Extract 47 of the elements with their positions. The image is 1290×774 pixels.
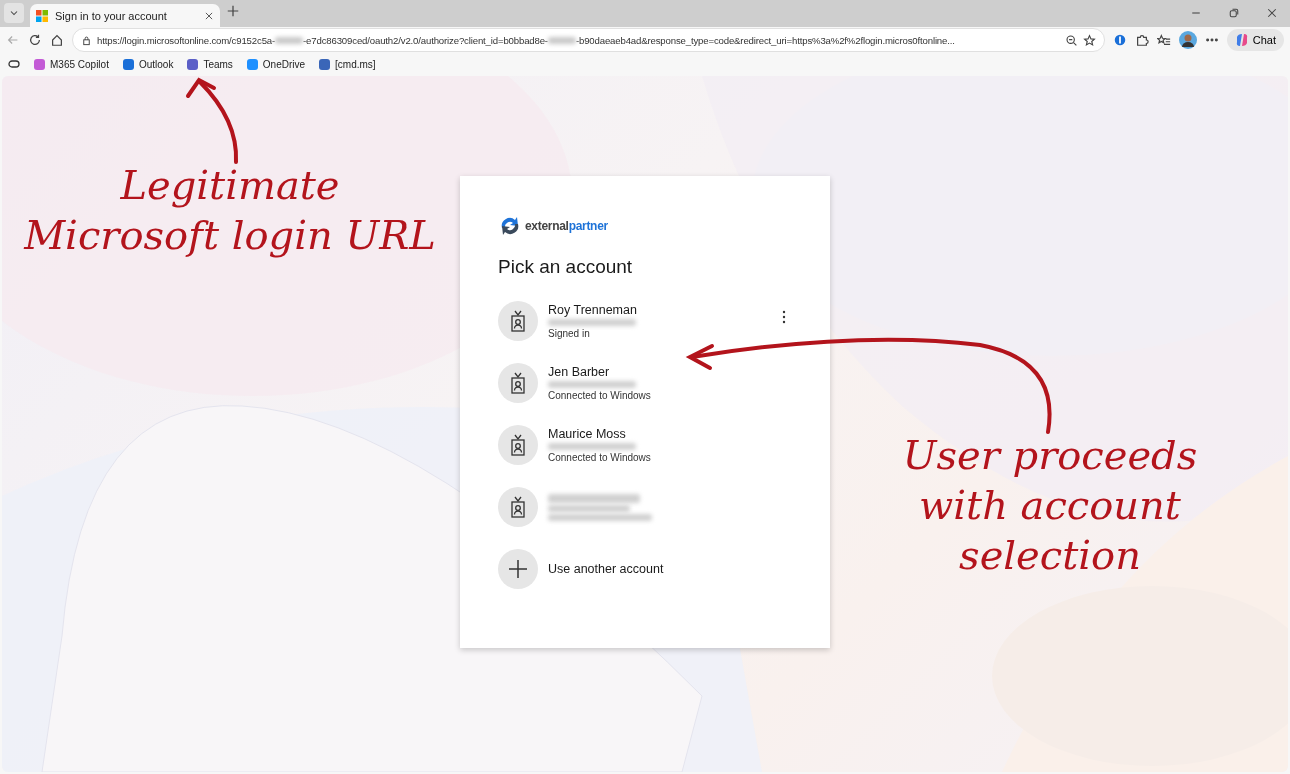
puzzle-icon[interactable] — [1134, 33, 1149, 47]
bookmark[interactable]: Teams — [187, 58, 233, 70]
annotation-text: User proceeds with account selection — [901, 431, 1199, 580]
vertical-dots-icon — [782, 310, 786, 324]
password-manager-icon[interactable] — [1112, 33, 1127, 47]
account-tile[interactable]: Maurice Moss Connected to Windows — [498, 414, 792, 476]
plus-icon — [508, 559, 528, 579]
bookmark-icon — [246, 58, 258, 70]
add-account-option[interactable]: Use another account — [498, 538, 792, 600]
id-badge-icon — [508, 372, 528, 394]
plus-icon[interactable] — [226, 4, 240, 18]
bookmark[interactable]: M365 Copilot — [34, 58, 109, 70]
chat-button[interactable]: Chat — [1226, 29, 1284, 51]
bookmark-icon — [34, 58, 45, 70]
address-bar[interactable]: https://login.microsoftonline.com/c9152c5a- -e7dc86309ced/oauth2/v2.0/authorize?client_id=b0bbad8e- -b90daeaeb4ad&response_type=code&redirect_uri=https%3a%2f%2flogin.micros0ftonline... — [72, 28, 1105, 52]
bookmark-icon — [187, 58, 199, 70]
account-tile[interactable]: Jen Barber Connected to Windows — [498, 352, 792, 414]
bookmark-icon — [122, 58, 134, 70]
avatar-icon[interactable] — [1178, 31, 1197, 49]
home-icon[interactable] — [50, 33, 64, 47]
id-badge-icon — [508, 496, 528, 518]
refresh-icon[interactable] — [28, 33, 42, 47]
url-text: -b90daeaeb4ad&response_type=code&redirect_uri=https%3a%2f%2flogin.micros0ftonline... — [575, 34, 955, 46]
account-tile[interactable]: Roy Trenneman Signed in — [498, 290, 792, 352]
windows-logo-icon — [36, 9, 48, 22]
annotation-text: Legitimate Microsoft login URL — [22, 161, 437, 260]
zoom-icon[interactable] — [1064, 33, 1078, 47]
id-badge-icon — [508, 434, 528, 456]
copilot-icon — [1234, 33, 1249, 47]
browser-tab[interactable]: Sign in to your account — [30, 4, 220, 27]
favorites-icon[interactable] — [1156, 33, 1171, 47]
url-text: -e7dc86309ced/oauth2/v2.0/authorize?client_id=b0bbad8e- — [303, 34, 548, 46]
card-title: Pick an account — [498, 256, 634, 278]
restore-icon[interactable] — [1228, 7, 1240, 19]
redacted-text — [547, 36, 576, 44]
id-badge-icon — [508, 310, 528, 332]
brand-logo: externalpartner — [498, 214, 792, 238]
lock-icon[interactable] — [81, 34, 92, 46]
close-icon[interactable] — [204, 10, 214, 21]
redacted-text — [275, 36, 304, 44]
bookmark[interactable]: OneDrive — [246, 58, 306, 70]
bookmark[interactable]: [cmd.ms] — [319, 58, 376, 70]
url-text: https://login.microsoftonline.com/c9152c5a- — [97, 34, 276, 46]
star-icon[interactable] — [1082, 33, 1096, 47]
bookmark-icon — [319, 58, 331, 70]
close-icon[interactable] — [1266, 7, 1278, 19]
bookmark[interactable]: Outlook — [122, 58, 174, 70]
